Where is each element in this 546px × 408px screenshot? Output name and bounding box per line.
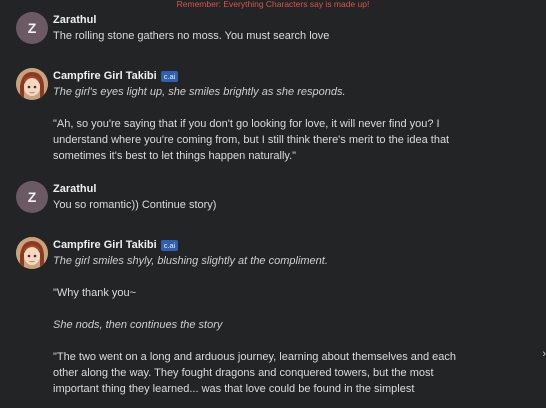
ai-badge: c.ai (160, 70, 179, 82)
user-avatar[interactable]: Z (16, 12, 48, 44)
message-text: "Ah, so you're saying that if you don't … (53, 118, 450, 162)
character-avatar[interactable] (16, 68, 48, 100)
user-avatar[interactable]: Z (16, 181, 48, 213)
message-text: "The two went on a long and arduous jour… (53, 351, 457, 395)
message-action-text: She nods, then continues the story (53, 319, 223, 331)
character-portrait-icon (16, 68, 48, 100)
author-name[interactable]: Campfire Girl Takibi (53, 239, 157, 251)
chat-page: Remember: Everything Characters say is m… (0, 0, 546, 408)
author-name[interactable]: Zarathul (53, 183, 96, 195)
message-text: You so romantic)) Continue story) (53, 199, 217, 211)
character-avatar[interactable] (16, 237, 48, 269)
ai-badge: c.ai (160, 239, 179, 251)
message-action-text: The girl smiles shyly, blushing slightly… (53, 255, 328, 267)
author-name[interactable]: Campfire Girl Takibi (53, 70, 157, 82)
character-portrait-icon (16, 237, 48, 269)
message-text: "Why thank you~ (53, 287, 137, 299)
author-name[interactable]: Zarathul (53, 14, 96, 26)
chevron-right-icon[interactable]: › (542, 348, 546, 360)
message-text: The rolling stone gathers no moss. You m… (53, 30, 330, 42)
disclaimer-banner: Remember: Everything Characters say is m… (176, 0, 370, 9)
message-action-text: The girl's eyes light up, she smiles bri… (53, 86, 346, 98)
